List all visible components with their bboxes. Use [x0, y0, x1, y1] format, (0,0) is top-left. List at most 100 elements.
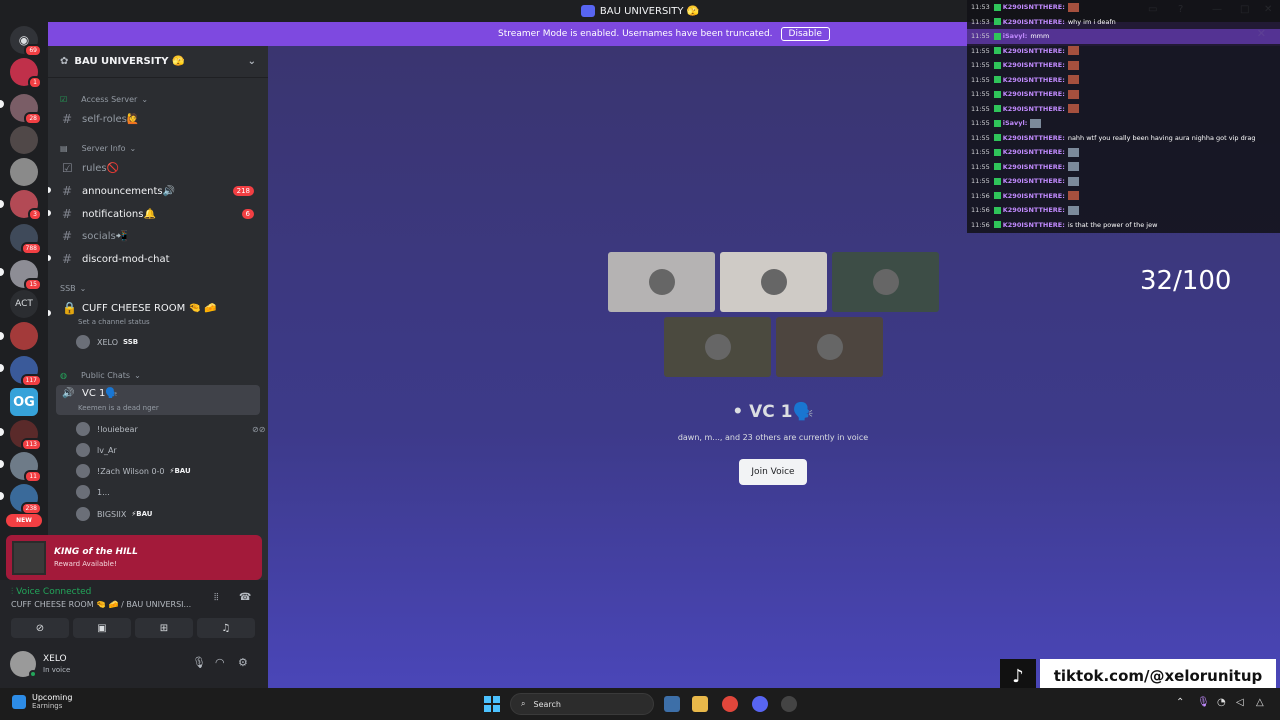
- unread-indicator: [0, 364, 4, 372]
- chat-username: K290ISNTTHERE:: [1002, 17, 1065, 26]
- channel-cuff-cheese-room[interactable]: 🔒 CUFF CHEESE ROOM 🤏 🧀: [56, 298, 260, 318]
- channel-label: rules🚫: [82, 162, 120, 174]
- server-icon[interactable]: 117: [10, 356, 42, 387]
- chat-badge-icon: [993, 105, 1001, 113]
- gear-icon[interactable]: ⚙: [238, 656, 248, 669]
- noise-suppression-icon[interactable]: ⦙⦙: [214, 592, 218, 603]
- server-icon[interactable]: 113: [10, 420, 42, 451]
- server-icon[interactable]: 15: [10, 260, 42, 291]
- user-name[interactable]: XELO: [43, 654, 67, 664]
- speaker-icon[interactable]: ◁: [1236, 697, 1244, 708]
- document-icon: ▤: [60, 144, 68, 153]
- headphones-icon[interactable]: ◠: [215, 656, 225, 669]
- participant-tile[interactable]: [720, 252, 827, 312]
- voice-status-label: Voice Connected: [16, 587, 92, 597]
- chrome-icon[interactable]: [722, 696, 738, 712]
- new-unreads-pill[interactable]: NEW: [6, 514, 42, 527]
- screen: BAU UNIVERSITY 🫣 ▭ ? — □ ✕ Streamer Mode…: [0, 0, 1280, 720]
- channel-socials[interactable]: # socials📲: [56, 226, 260, 246]
- server-icon[interactable]: 238: [10, 484, 42, 515]
- voice-user[interactable]: !louiebear ⊘⊘: [76, 419, 265, 439]
- unread-indicator: [0, 200, 4, 208]
- microphone-icon[interactable]: 🎙: [192, 656, 206, 669]
- channel-announcements[interactable]: # announcements🔊 218: [56, 181, 260, 201]
- server-folder-icon[interactable]: 788: [10, 224, 42, 255]
- microphone-icon[interactable]: 🎙: [1197, 697, 1210, 708]
- voice-user-name: !Zach Wilson 0-0: [97, 466, 165, 476]
- text-channel-icon: #: [62, 184, 73, 198]
- chat-badge-icon: [993, 134, 1001, 142]
- widget-title: Upcoming: [32, 693, 73, 702]
- voice-status[interactable]: ⫶ Voice Connected: [11, 587, 91, 597]
- discord-icon[interactable]: [752, 696, 768, 712]
- camera-off-button[interactable]: ⊘: [11, 618, 69, 638]
- disable-button[interactable]: Disable: [780, 27, 830, 41]
- server-header[interactable]: ✿ BAU UNIVERSITY 🫣 ⌄: [48, 46, 268, 78]
- emote-icon: [1067, 162, 1079, 172]
- server-og[interactable]: OG: [10, 388, 38, 416]
- participant-tile[interactable]: [832, 252, 939, 312]
- app-icon[interactable]: [781, 696, 797, 712]
- emote-icon: [1067, 205, 1079, 215]
- channel-self-roles[interactable]: # self-roles🙋: [56, 109, 260, 129]
- checkbox-icon: ☑: [60, 95, 68, 104]
- channel-status[interactable]: Set a channel status: [78, 318, 150, 326]
- voice-location[interactable]: CUFF CHEESE ROOM 🤏 🧀 / BAU UNIVERSI...: [11, 600, 191, 609]
- voice-user[interactable]: XELO SSB: [76, 332, 138, 352]
- category-access-server[interactable]: ☑ Access Server ⌄: [60, 95, 148, 104]
- server-icon[interactable]: 1: [10, 58, 42, 89]
- channel-notifications[interactable]: # notifications🔔 6: [56, 204, 260, 224]
- emote-icon: [1067, 147, 1079, 157]
- participant-tile[interactable]: [776, 317, 883, 377]
- disconnect-icon[interactable]: ☎: [239, 592, 251, 603]
- taskview-icon[interactable]: [664, 696, 680, 712]
- text-channel-icon: #: [62, 252, 73, 266]
- rules-channel-icon: ☑: [62, 161, 73, 175]
- file-explorer-icon[interactable]: [692, 696, 708, 712]
- chat-message: 11:53 K290ISNTTHERE: why im i deafn: [967, 15, 1280, 30]
- unread-indicator: [0, 332, 4, 340]
- voice-user[interactable]: 1...: [76, 482, 110, 502]
- chevron-up-icon[interactable]: ⌃: [1176, 697, 1184, 708]
- channel-rules[interactable]: ☑ rules🚫: [56, 158, 260, 178]
- server-icon[interactable]: 3: [10, 190, 42, 221]
- category-server-info[interactable]: ▤ Server Info ⌄: [60, 144, 136, 153]
- server-icon[interactable]: [10, 126, 38, 154]
- wifi-icon[interactable]: ◔: [1217, 697, 1226, 708]
- category-public-chats[interactable]: ◍ Public Chats ⌄: [60, 371, 141, 380]
- server-icon[interactable]: 11: [10, 452, 42, 483]
- participant-tile[interactable]: [664, 317, 771, 377]
- emote-icon: [1067, 75, 1079, 85]
- chat-username: K290ISNTTHERE:: [1002, 177, 1065, 186]
- search-box[interactable]: ⌕ Search: [510, 693, 654, 715]
- server-icon[interactable]: [10, 158, 38, 186]
- server-icon[interactable]: 28: [10, 94, 42, 125]
- avatar: [76, 464, 90, 478]
- chat-message: 11:55 K290ISNTTHERE:: [967, 87, 1280, 102]
- emote-icon: [1067, 191, 1079, 201]
- start-icon[interactable]: [484, 696, 500, 712]
- king-of-the-hill-card[interactable]: KING of the HILL Reward Available!: [6, 535, 262, 580]
- voice-user[interactable]: lv_Ar: [76, 440, 117, 460]
- channel-label: notifications🔔: [82, 208, 156, 220]
- category-ssb[interactable]: SSB ⌄: [60, 284, 86, 293]
- channel-discord-mod-chat[interactable]: # discord-mod-chat: [56, 249, 260, 269]
- channel-label: self-roles🙋: [82, 113, 140, 125]
- chat-message: 11:55 K290ISNTTHERE:: [967, 145, 1280, 160]
- server-icon[interactable]: [10, 322, 38, 350]
- notification-bell-icon[interactable]: △: [1256, 697, 1264, 708]
- chevron-down-icon: ⌄: [79, 284, 87, 293]
- chat-username: K290ISNTTHERE:: [1002, 162, 1065, 171]
- soundboard-button[interactable]: ♫: [197, 618, 255, 638]
- screen-share-button[interactable]: ▣: [73, 618, 131, 638]
- avatar: [760, 269, 787, 295]
- join-voice-button[interactable]: Join Voice: [739, 459, 807, 485]
- participant-tile[interactable]: [608, 252, 715, 312]
- badge: 788: [20, 242, 42, 255]
- widgets-button[interactable]: Upcoming Earnings: [12, 693, 72, 710]
- voice-user[interactable]: !Zach Wilson 0-0 ⚡BAU: [76, 461, 191, 481]
- voice-user[interactable]: BIGSIIX ⚡BAU: [76, 504, 152, 524]
- activities-button[interactable]: ⊞: [135, 618, 193, 638]
- direct-messages-icon[interactable]: ◉ 69: [10, 26, 42, 57]
- server-act[interactable]: ACT: [10, 290, 38, 318]
